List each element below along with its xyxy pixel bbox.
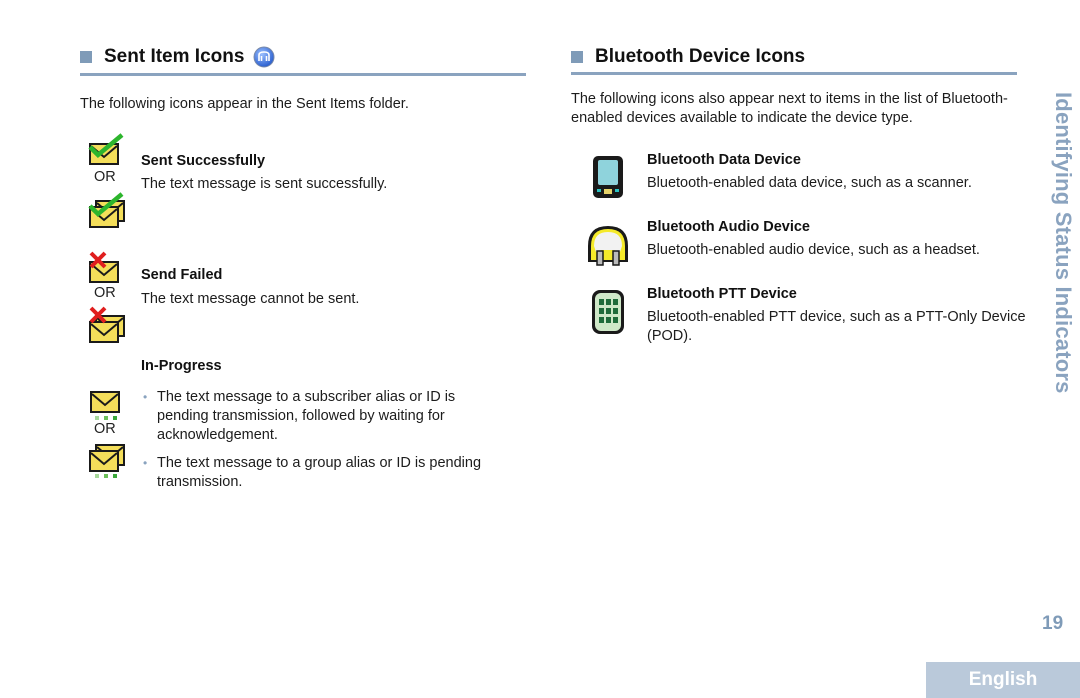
section-divider [80, 73, 526, 76]
section-intro: The following icons also appear next to … [571, 91, 1008, 126]
multi-envelope-x-icon [88, 306, 126, 351]
item-heading: Bluetooth Data Device [647, 152, 801, 168]
radio-feature-icon [253, 46, 275, 68]
section-intro: The following icons appear in the Sent I… [80, 96, 409, 112]
headset-icon [584, 222, 632, 275]
page-number: 19 [1042, 613, 1064, 634]
item-heading: Bluetooth PTT Device [647, 286, 797, 302]
multi-envelope-pending-icon [88, 443, 126, 486]
language-tab[interactable]: English [926, 662, 1080, 698]
data-device-icon [591, 154, 629, 205]
bluetooth-device-icons-heading: Bluetooth Device Icons [571, 46, 805, 68]
bullet-icon: • [143, 456, 148, 470]
section-title: Sent Item Icons [104, 46, 245, 67]
chapter-side-title: Identifying Status Indicators [1051, 92, 1076, 394]
item-description: Bluetooth-enabled audio device, such as … [647, 242, 980, 258]
bullet-icon: • [143, 390, 148, 404]
item-description: The text message cannot be sent. [141, 291, 360, 307]
item-description: Bluetooth-enabled PTT device, such as a … [647, 309, 1026, 344]
item-heading: Bluetooth Audio Device [647, 219, 810, 235]
section-title: Bluetooth Device Icons [595, 46, 806, 67]
or-label: OR [94, 421, 116, 437]
item-description: The text message is sent successfully. [141, 176, 388, 192]
envelope-check-icon [88, 133, 124, 172]
item-description: Bluetooth-enabled data device, such as a… [647, 175, 972, 191]
in-progress-heading: In-Progress [141, 358, 222, 374]
or-label: OR [94, 285, 116, 301]
section-divider [571, 72, 1017, 75]
section-marker-icon [571, 51, 583, 63]
bullet-item: • The text message to a subscriber alias… [143, 388, 502, 445]
sent-item-icons-heading: Sent Item Icons [80, 46, 275, 68]
section-marker-icon [80, 51, 92, 63]
bullet-text: The text message to a subscriber alias o… [157, 389, 456, 443]
item-heading: Sent Successfully [141, 153, 266, 169]
bullet-item: • The text message to a group alias or I… [143, 454, 522, 492]
bullet-text: The text message to a group alias or ID … [157, 455, 482, 490]
ptt-keypad-icon [590, 288, 628, 341]
item-heading: Send Failed [141, 267, 223, 283]
multi-envelope-check-icon [88, 190, 126, 235]
or-label: OR [94, 169, 116, 185]
